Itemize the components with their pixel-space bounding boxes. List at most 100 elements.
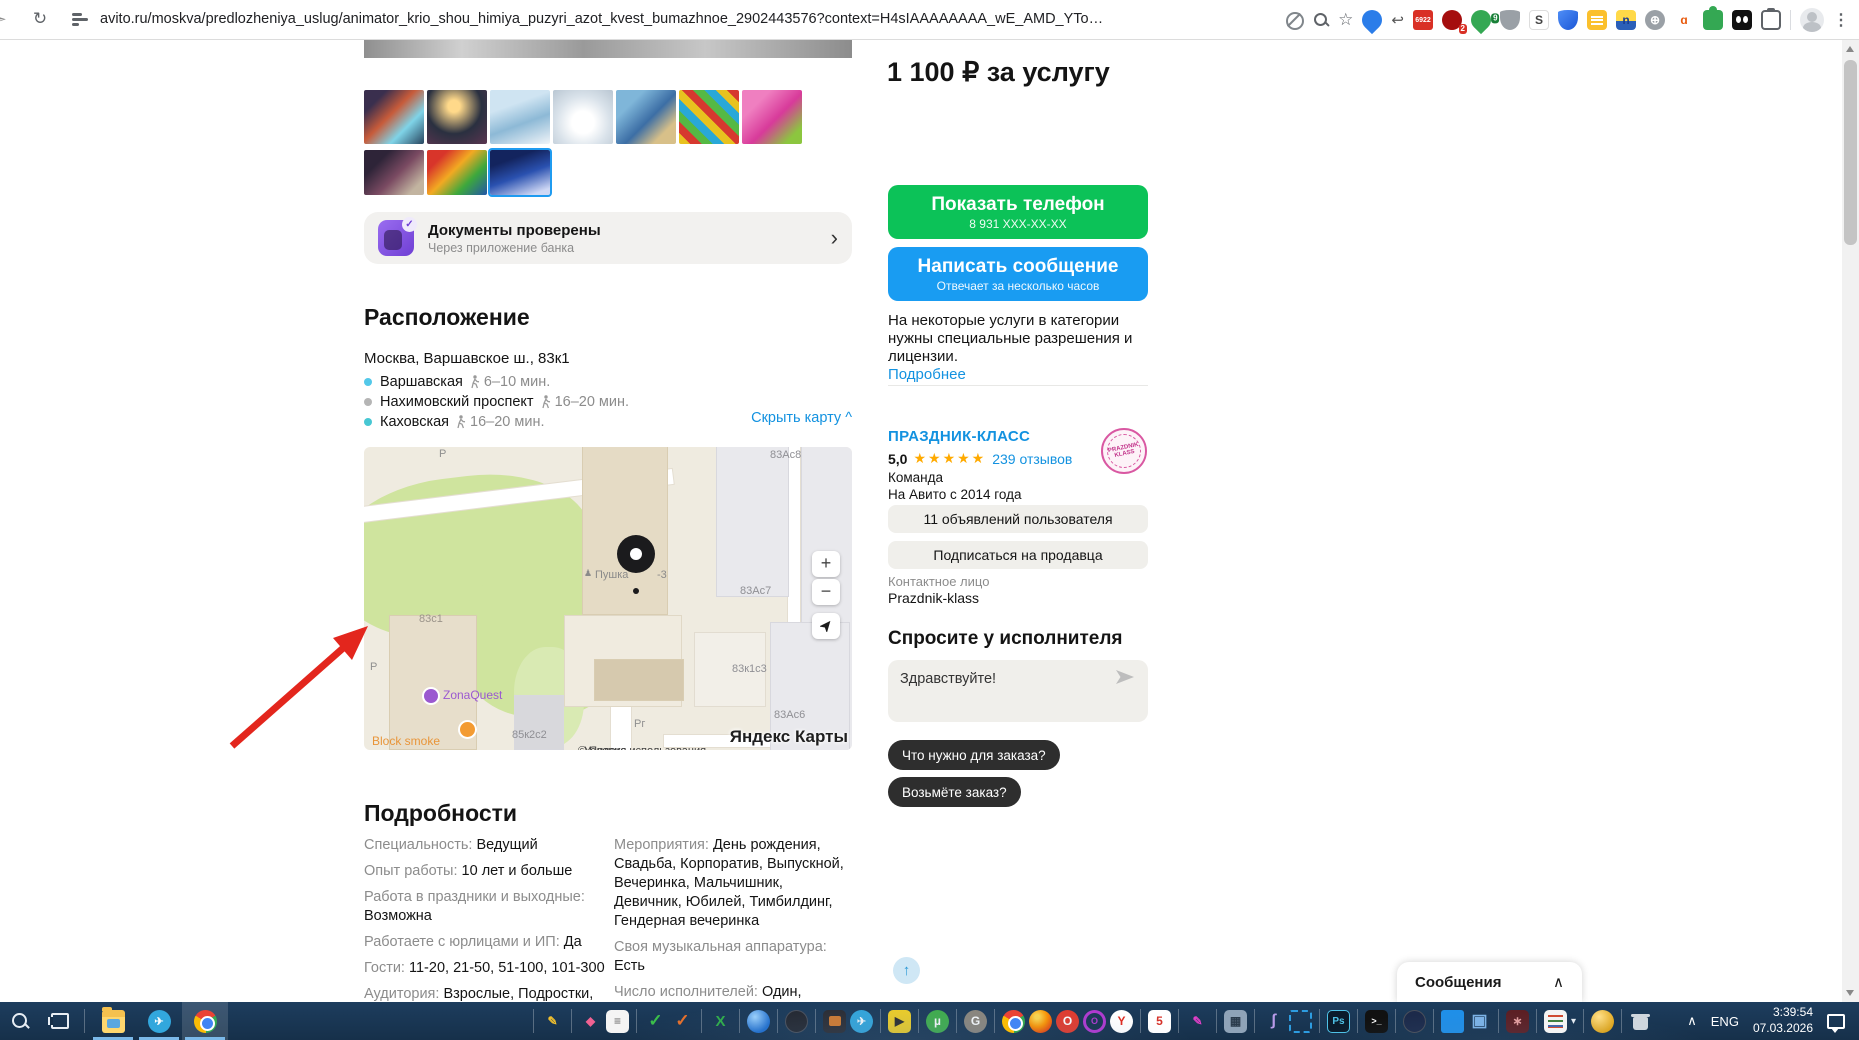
taskbar-icon-dark-app[interactable] (785, 1009, 808, 1033)
n-app-extension-icon[interactable]: n (1616, 10, 1636, 30)
quick-question-chip[interactable]: Возьмёте заказ? (888, 777, 1021, 807)
gray-shield-extension-icon[interactable] (1500, 10, 1520, 30)
map-terms-link[interactable]: Условия использования (584, 745, 706, 750)
taskbar-icon-telegram-2[interactable]: ✈ (850, 1009, 873, 1033)
scrollbar-thumb[interactable] (1844, 60, 1857, 245)
taskbar-icon-media-play[interactable]: ▶ (888, 1009, 911, 1033)
taskbar-icon-sphere[interactable] (747, 1009, 770, 1033)
blue-shield-extension-icon[interactable] (1558, 10, 1578, 30)
taskbar-clock[interactable]: 3:39:54 07.03.2026 (1753, 1005, 1813, 1036)
taskbar-icon-magenta-brush[interactable]: ✎ (1186, 1010, 1209, 1033)
photo-thumbnail[interactable] (490, 90, 550, 144)
message-input[interactable]: Здравствуйте! (888, 660, 1148, 722)
taskbar-icon-calculator[interactable]: ▦ (1224, 1009, 1247, 1033)
taskbar-icon-check-orange[interactable]: ✓ (671, 1010, 694, 1033)
messages-panel[interactable]: Сообщения ∧ (1397, 962, 1582, 1002)
taskbar-icon-red-5[interactable]: 5 (1148, 1009, 1171, 1033)
photo-thumbnail[interactable] (553, 90, 613, 144)
license-more-link[interactable]: Подробнее (888, 366, 966, 383)
orange-extension-icon[interactable]: ɑ (1674, 10, 1694, 30)
page-scrollbar[interactable] (1842, 40, 1859, 1002)
tray-chevron-icon[interactable]: ∧ (1687, 1013, 1697, 1029)
browser-menu-icon[interactable]: ⋮ (1833, 10, 1849, 30)
seller-name-link[interactable]: ПРАЗДНИК-КЛАСС (888, 428, 1030, 445)
taskbar-icon-opera[interactable]: O (1056, 1009, 1079, 1033)
puzzle-extension-icon[interactable] (1703, 6, 1723, 30)
taskbar-icon-gimp[interactable]: G (964, 1009, 987, 1033)
photo-thumbnail-selected[interactable] (488, 148, 552, 197)
green-pin-extension-icon[interactable]: 9 (1466, 5, 1500, 35)
address-bar[interactable]: avito.ru/moskva/predlozheniya_uslug/anim… (100, 11, 1110, 27)
reviews-link[interactable]: 239 отзывов (992, 451, 1072, 467)
scroll-to-top-button[interactable]: ↑ (893, 957, 920, 984)
bookmark-star-icon[interactable]: ☆ (1338, 10, 1353, 30)
photo-thumbnail[interactable] (616, 90, 676, 144)
back-icon[interactable]: ➣ (0, 10, 7, 28)
taskbar-icon-cmd[interactable]: >_ (1365, 1009, 1388, 1033)
yandex-map[interactable]: 83Ас8 83Ас7 83к1с3 83Ас6 83с1 85к2с2 Р Р… (364, 447, 852, 750)
taskbar-icon-notes[interactable]: ≡ (606, 1009, 629, 1033)
taskbar-icon-telegram[interactable]: ✈ (136, 1002, 182, 1040)
main-photo-bottom-edge[interactable] (364, 40, 852, 58)
reload-icon[interactable]: ↻ (28, 9, 52, 29)
taskbar-icon-eraser[interactable]: ◆ (579, 1010, 602, 1033)
photo-thumbnail[interactable] (364, 90, 424, 144)
quick-question-chip[interactable]: Что нужно для заказа? (888, 740, 1060, 770)
task-view-icon[interactable] (48, 1013, 69, 1029)
caret-down-icon[interactable]: ▾ (1571, 1016, 1576, 1027)
taskbar-icon-feather[interactable]: ʃ (1262, 1010, 1285, 1033)
notification-center-icon[interactable] (1827, 1013, 1845, 1033)
taskbar-icon-utorrent[interactable]: µ (926, 1009, 949, 1033)
hide-map-link[interactable]: Скрыть карту ^ (740, 410, 852, 426)
eyes-extension-icon[interactable] (1732, 10, 1752, 30)
seller-items-button[interactable]: 11 объявлений пользователя (888, 505, 1148, 533)
back-arrow-extension-icon[interactable]: ↩ (1391, 11, 1404, 29)
taskbar-icon-coin[interactable] (1591, 1009, 1615, 1033)
photo-thumbnail[interactable] (427, 150, 487, 195)
taskbar-icon-yandex[interactable]: Y (1110, 1009, 1133, 1033)
map-locate-button[interactable] (812, 613, 840, 639)
taskbar-icon-snip[interactable] (1289, 1009, 1312, 1033)
profile-avatar[interactable] (1800, 8, 1824, 32)
chevron-up-icon[interactable]: ∧ (1553, 973, 1564, 991)
taskbar-icon-task-list[interactable] (1544, 1009, 1567, 1033)
blocksmoke-poi-icon[interactable] (460, 722, 475, 737)
red-badge-extension-icon[interactable]: 2 (1442, 10, 1467, 34)
taskbar-search-icon[interactable] (12, 1012, 29, 1030)
notes-extension-icon[interactable] (1587, 10, 1607, 30)
taskbar-icon-recycle-bin[interactable] (1629, 1010, 1652, 1033)
s-lock-extension-icon[interactable]: S (1529, 10, 1549, 30)
taskbar-icon-window-app[interactable]: ▣ (1468, 1010, 1491, 1033)
taskbar-icon-red-app[interactable]: ∗ (1506, 1009, 1529, 1033)
site-settings-icon[interactable] (72, 11, 90, 29)
taskbar-icon-file-explorer[interactable] (90, 1002, 136, 1040)
send-icon[interactable] (1114, 668, 1136, 691)
taskbar-icon-chrome-2[interactable] (1002, 1009, 1025, 1033)
yandex-pin-extension-icon[interactable] (1358, 5, 1387, 35)
globe-extension-icon[interactable]: ⊕ (1645, 10, 1665, 30)
zoom-icon[interactable] (1313, 12, 1329, 28)
taskbar-icon-check-green[interactable]: ✓ (644, 1010, 667, 1033)
taskbar-icon-photos[interactable] (823, 1009, 846, 1033)
map-zoom-in-button[interactable]: + (812, 551, 840, 577)
taskbar-icon-chrome[interactable] (182, 1002, 228, 1040)
photo-thumbnail[interactable] (364, 150, 424, 195)
taskbar-icon-photoshop[interactable]: Ps (1327, 1009, 1350, 1033)
taskbar-icon-voice-app[interactable] (1403, 1009, 1426, 1033)
scrollbar-up-arrow[interactable] (1846, 46, 1854, 52)
seller-avatar-stamp[interactable] (1101, 428, 1147, 474)
subscribe-seller-button[interactable]: Подписаться на продавца (888, 541, 1148, 569)
scrollbar-down-arrow[interactable] (1846, 990, 1854, 996)
show-phone-button[interactable]: Показать телефон 8 931 XXX-XX-XX (888, 185, 1148, 239)
photo-thumbnail[interactable] (427, 90, 487, 144)
documents-verified-banner[interactable]: ✓ Документы проверены Через приложение б… (364, 212, 852, 264)
zonaquest-poi-icon[interactable] (424, 689, 438, 703)
photo-thumbnail[interactable] (742, 90, 802, 144)
photo-thumbnail[interactable] (679, 90, 739, 144)
write-message-button[interactable]: Написать сообщение Отвечает за несколько… (888, 247, 1148, 301)
taskbar-icon-remote-desktop[interactable] (1441, 1009, 1464, 1033)
map-zoom-out-button[interactable]: − (812, 579, 840, 605)
taskbar-icon-firefox[interactable] (1029, 1009, 1052, 1033)
poi-label[interactable]: ZonaQuest (443, 688, 502, 702)
language-indicator[interactable]: ENG (1711, 1014, 1739, 1029)
